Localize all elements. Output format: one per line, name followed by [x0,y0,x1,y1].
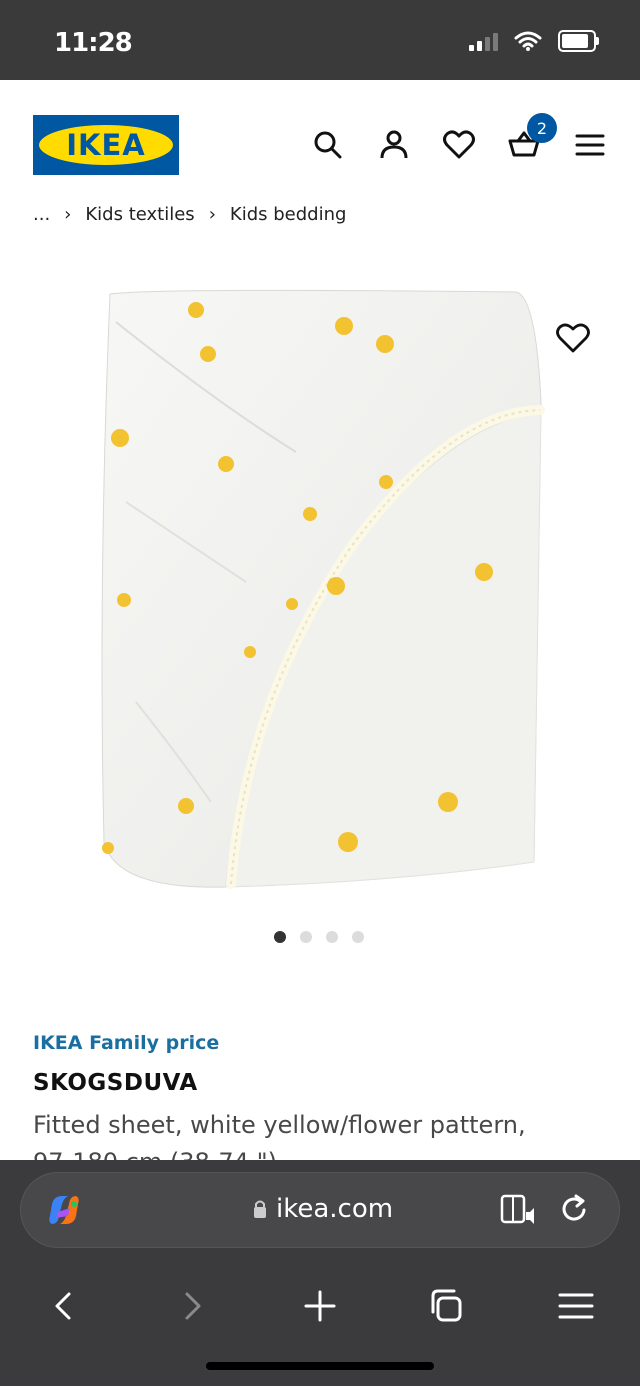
family-price-label: IKEA Family price [33,1032,220,1054]
browser-menu-icon[interactable] [556,1286,596,1326]
breadcrumb: ... › Kids textiles › Kids bedding [33,204,346,225]
image-carousel-indicator [274,931,364,943]
carousel-dot[interactable] [326,931,338,943]
back-icon[interactable] [44,1286,84,1326]
logo-oval: IKEA [39,125,173,165]
carousel-dot[interactable] [352,931,364,943]
logo-text: IKEA [66,128,146,162]
address-bar[interactable]: ikea.com [20,1172,620,1248]
url-text: ikea.com [276,1194,394,1224]
heart-icon[interactable] [441,127,477,163]
lock-icon [254,1200,266,1218]
chevron-right-icon: › [64,204,72,225]
browser-toolbar: ikea.com [0,1160,640,1386]
product-name: SKOGSDUVA [33,1070,198,1096]
status-time: 11:28 [54,28,133,58]
tabs-icon[interactable] [428,1286,468,1326]
menu-icon[interactable] [572,127,608,163]
breadcrumb-kids-textiles[interactable]: Kids textiles [85,204,194,225]
carousel-dot[interactable] [300,931,312,943]
breadcrumb-ellipsis[interactable]: ... [33,204,50,225]
add-to-favourites-heart-icon[interactable] [554,320,592,356]
status-icons [469,30,599,52]
product-description: Fitted sheet, white yellow/flower patter… [33,1111,526,1139]
site-header: IKEA 2 [0,80,640,200]
reload-icon[interactable] [556,1192,592,1228]
account-icon[interactable] [376,127,412,163]
breadcrumb-kids-bedding[interactable]: Kids bedding [230,204,347,225]
wifi-icon [514,31,542,51]
battery-icon [558,30,599,52]
reader-icon[interactable] [498,1190,538,1230]
copilot-icon[interactable] [44,1190,84,1230]
new-tab-icon[interactable] [300,1286,340,1326]
cellular-signal-icon [469,31,498,51]
product-image[interactable] [96,282,546,902]
forward-icon[interactable] [172,1286,212,1326]
chevron-right-icon: › [208,204,216,225]
search-icon[interactable] [310,127,346,163]
status-bar: 11:28 [0,0,640,80]
cart-count-badge: 2 [527,113,557,143]
home-indicator [206,1362,434,1370]
carousel-dot[interactable] [274,931,286,943]
browser-nav-row [0,1272,640,1332]
ikea-logo[interactable]: IKEA [33,115,179,175]
url-display[interactable]: ikea.com [252,1194,393,1224]
